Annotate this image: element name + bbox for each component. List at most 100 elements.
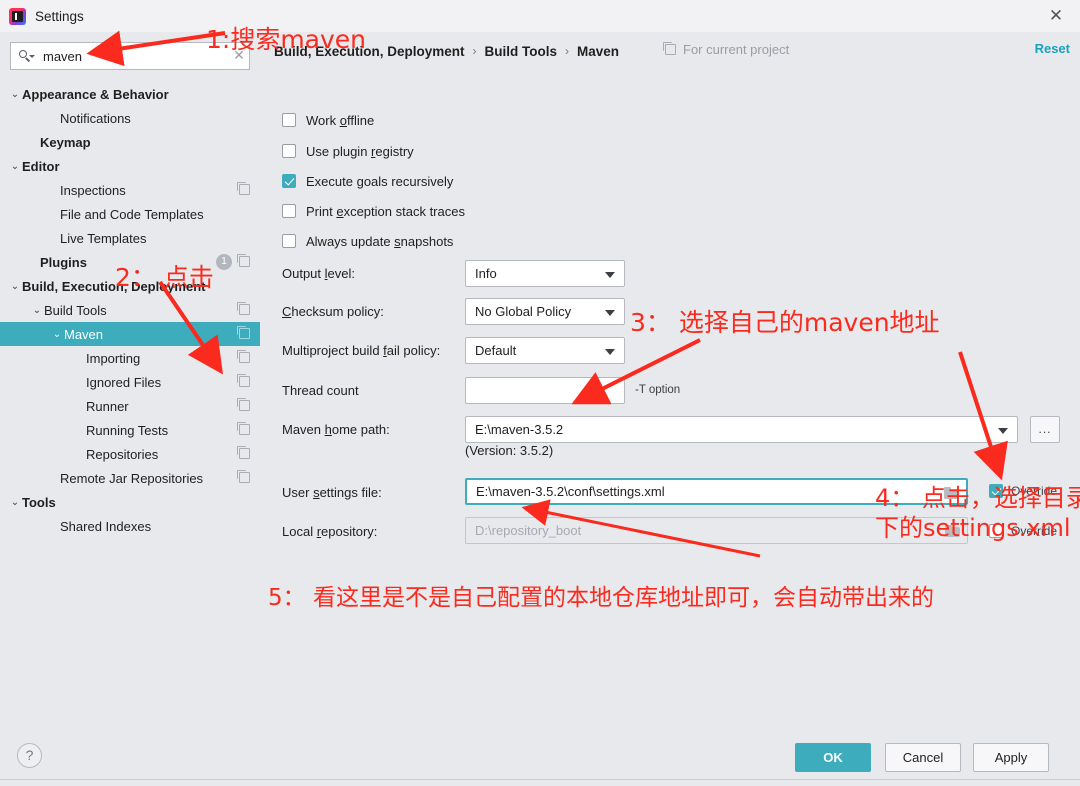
breadcrumb: Build, Execution, Deployment › Build Too… [274,40,619,62]
sidebar-item-live-templates[interactable]: Live Templates [0,226,260,250]
copy-icon[interactable] [236,373,250,387]
local-repository-override[interactable]: Override [989,524,1057,538]
sidebar-item-inspections[interactable]: Inspections [0,178,260,202]
breadcrumb-item-2: Maven [577,43,620,59]
user-settings-file-label: User settings file: [282,485,382,500]
sidebar-item-maven[interactable]: ⌄ Maven [0,322,260,346]
breadcrumb-item-1[interactable]: Build Tools [485,44,558,59]
thread-count-input[interactable] [465,377,625,404]
checksum-policy-select[interactable]: No Global Policy [465,298,625,325]
folder-icon[interactable] [944,486,959,499]
user-settings-override-label: Override [1011,484,1058,498]
sidebar-item-keymap[interactable]: Keymap [0,130,260,154]
window-title: Settings [35,8,84,24]
copy-icon[interactable] [236,469,250,483]
sidebar-item-label: File and Code Templates [60,206,204,222]
apply-button[interactable]: Apply [973,743,1049,772]
ok-button[interactable]: OK [795,743,871,772]
copy-icon[interactable] [236,421,250,435]
fail-policy-label: Multiproject build fail policy: [282,343,441,358]
checkbox-execute-goals-recursively[interactable]: Execute goals recursively [282,171,453,191]
sidebar-item-label: Runner [86,398,129,414]
checkbox-input[interactable] [282,234,296,248]
folder-icon[interactable] [945,524,960,537]
footer-divider [0,779,1080,780]
settings-tree: ⌄ Appearance & Behavior Notifications Keyma… [0,82,260,538]
chevron-down-icon[interactable]: ⌄ [8,281,22,292]
copy-icon[interactable] [236,349,250,363]
search-icon [17,47,35,65]
sidebar-item-plugins[interactable]: Plugins 1 [0,250,260,274]
sidebar-item-appearance-behavior[interactable]: ⌄ Appearance & Behavior [0,82,260,106]
fail-policy-select[interactable]: Default [465,337,625,364]
sidebar-item-shared-indexes[interactable]: Shared Indexes [0,514,260,538]
sidebar-item-label: Ignored Files [86,374,162,390]
sidebar-item-file-and-code-templates[interactable]: File and Code Templates [0,202,260,226]
sidebar-item-label: Importing [86,350,141,366]
copy-icon[interactable] [236,181,250,195]
chevron-down-icon[interactable]: ⌄ [8,89,22,100]
maven-home-path-input[interactable]: E:\maven-3.5.2 [465,416,1018,443]
help-button[interactable]: ? [17,743,42,768]
maven-home-path-label: Maven home path: [282,422,390,437]
checkbox-use-plugin-registry[interactable]: Use plugin registry [282,141,414,161]
thread-count-label: Thread count [282,383,359,398]
local-repository-override-checkbox[interactable] [989,524,1003,538]
sidebar-item-build-execution-deployment[interactable]: ⌄ Build, Execution, Deployment [0,274,260,298]
sidebar-item-build-tools[interactable]: ⌄ Build Tools [0,298,260,322]
checkbox-input[interactable] [282,174,296,188]
scope-indicator: For current project [662,41,790,57]
checkbox-input[interactable] [282,144,296,158]
sidebar-item-running-tests[interactable]: Running Tests [0,418,260,442]
reset-link[interactable]: Reset [1035,41,1070,56]
copy-icon[interactable] [236,325,250,339]
title-bar: Settings ✕ [0,0,1080,32]
cancel-button[interactable]: Cancel [885,743,961,772]
chevron-down-icon [605,272,615,278]
checkbox-always-update-snapshots[interactable]: Always update snapshots [282,231,453,251]
chevron-down-icon[interactable]: ⌄ [30,305,44,316]
scope-label: For current project [683,42,790,57]
local-repository-override-label: Override [1011,524,1058,538]
breadcrumb-separator: › [565,44,570,58]
sidebar-item-notifications[interactable]: Notifications [0,106,260,130]
sidebar-item-label: Plugins [40,254,87,270]
sidebar-item-remote-jar-repositories[interactable]: Remote Jar Repositories [0,466,260,490]
user-settings-override[interactable]: Override [989,484,1057,498]
search-input[interactable] [41,47,229,65]
sidebar-item-runner[interactable]: Runner [0,394,260,418]
checkbox-work-offline[interactable]: Work offline [282,110,374,130]
user-settings-override-checkbox[interactable] [989,484,1003,498]
local-repository-input[interactable]: D:\repository_boot [465,517,968,544]
maven-home-browse-button[interactable]: ... [1030,416,1060,443]
clear-search-icon[interactable]: ✕ [229,48,249,64]
sidebar-item-tools[interactable]: ⌄ Tools [0,490,260,514]
checkbox-print-exception-stack-traces[interactable]: Print exception stack traces [282,201,465,221]
sidebar-item-label: Appearance & Behavior [22,86,169,102]
chevron-down-icon [605,349,615,355]
checkbox-input[interactable] [282,113,296,127]
checkbox-input[interactable] [282,204,296,218]
copy-icon[interactable] [236,397,250,411]
sidebar-item-label: Editor [22,158,60,174]
copy-icon[interactable] [236,301,250,315]
chevron-down-icon [605,310,615,316]
fail-policy-value: Default [475,343,517,358]
sidebar-item-editor[interactable]: ⌄ Editor [0,154,260,178]
breadcrumb-separator: › [472,44,477,58]
user-settings-file-input[interactable]: E:\maven-3.5.2\conf\settings.xml [465,478,968,505]
sidebar-item-repositories[interactable]: Repositories [0,442,260,466]
chevron-down-icon[interactable] [998,428,1008,434]
copy-icon[interactable] [236,445,250,459]
sidebar-item-ignored-files[interactable]: Ignored Files [0,370,260,394]
close-icon[interactable]: ✕ [1046,7,1066,27]
search-box[interactable]: ✕ [10,42,250,70]
sidebar-item-label: Notifications [60,110,131,126]
chevron-down-icon[interactable]: ⌄ [50,329,64,340]
copy-icon[interactable] [236,253,250,267]
sidebar-item-importing[interactable]: Importing [0,346,260,370]
breadcrumb-item-0[interactable]: Build, Execution, Deployment [274,44,465,59]
chevron-down-icon[interactable]: ⌄ [8,497,22,508]
chevron-down-icon[interactable]: ⌄ [8,161,22,172]
output-level-select[interactable]: Info [465,260,625,287]
